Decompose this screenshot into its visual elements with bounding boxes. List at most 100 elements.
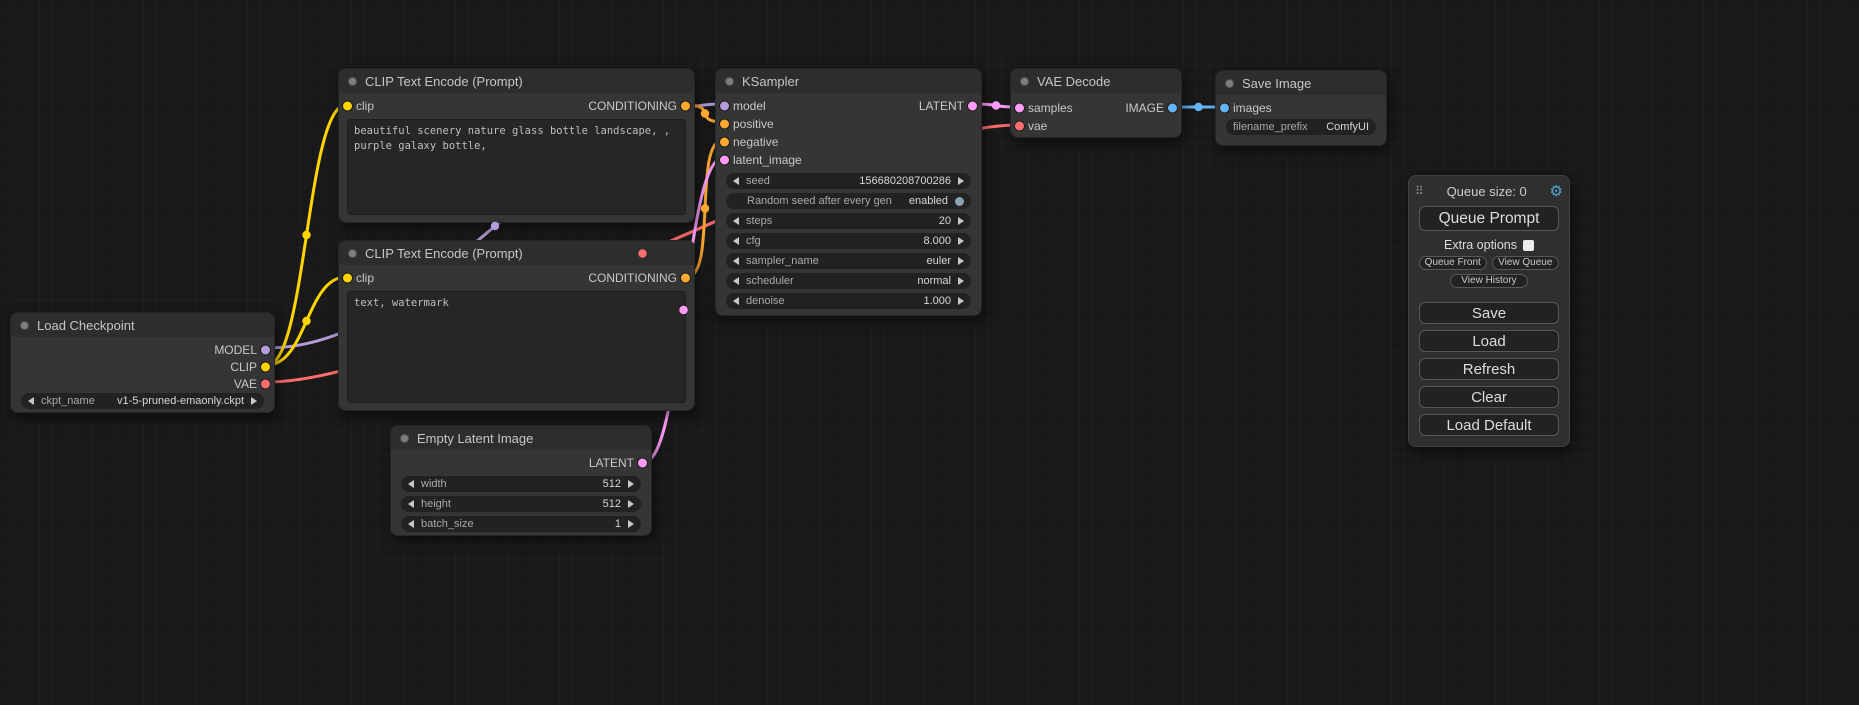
widget-label: cfg — [746, 235, 761, 247]
scheduler-widget[interactable]: scheduler normal — [726, 273, 971, 289]
node-vae-decode[interactable]: VAE Decode samples IMAGE vae — [1010, 68, 1182, 138]
slot-row: VAE — [11, 375, 274, 392]
node-header[interactable]: Save Image — [1216, 71, 1386, 95]
batch-size-widget[interactable]: batch_size 1 — [401, 516, 641, 532]
clip-input-slot[interactable] — [343, 274, 352, 283]
clip-output-slot[interactable] — [261, 362, 270, 371]
positive-conditioning-input-slot[interactable] — [720, 120, 729, 129]
images-input-slot[interactable] — [1220, 104, 1229, 113]
next-value-arrow-icon[interactable] — [958, 257, 964, 265]
queue-prompt-button[interactable]: Queue Prompt — [1419, 206, 1559, 231]
cfg-widget[interactable]: cfg 8.000 — [726, 233, 971, 249]
collapse-dot-icon[interactable] — [348, 249, 357, 258]
clear-button[interactable]: Clear — [1419, 386, 1559, 408]
decrement-arrow-icon[interactable] — [733, 297, 739, 305]
collapse-dot-icon[interactable] — [400, 434, 409, 443]
random-seed-toggle-widget[interactable]: Random seed after every gen enabled — [726, 193, 971, 209]
prev-value-arrow-icon[interactable] — [28, 397, 34, 405]
slot-row: clip CONDITIONING — [339, 269, 694, 287]
latent-image-input-slot[interactable] — [720, 156, 729, 165]
conditioning-output-slot[interactable] — [681, 102, 690, 111]
queue-front-button[interactable]: Queue Front — [1419, 256, 1487, 270]
node-header[interactable]: CLIP Text Encode (Prompt) — [339, 241, 694, 265]
decrement-arrow-icon[interactable] — [733, 177, 739, 185]
image-output-slot[interactable] — [1168, 104, 1177, 113]
prev-value-arrow-icon[interactable] — [733, 277, 739, 285]
clip-input-slot[interactable] — [343, 102, 352, 111]
node-save-image[interactable]: Save Image images filename_prefix ComfyU… — [1215, 70, 1387, 146]
input-slot-label: clip — [356, 271, 374, 285]
collapse-dot-icon[interactable] — [20, 321, 29, 330]
seed-widget[interactable]: seed 156680208700286 — [726, 173, 971, 189]
vae-input-slot[interactable] — [1015, 122, 1024, 131]
increment-arrow-icon[interactable] — [628, 520, 634, 528]
node-ksampler[interactable]: KSampler model LATENT positive negative … — [715, 68, 982, 316]
increment-arrow-icon[interactable] — [958, 237, 964, 245]
prev-value-arrow-icon[interactable] — [733, 257, 739, 265]
toggle-knob-icon[interactable] — [955, 197, 964, 206]
model-output-slot[interactable] — [261, 345, 270, 354]
node-graph-canvas[interactable]: Load Checkpoint MODEL CLIP VAE ckpt_name… — [0, 0, 1859, 705]
widget-label: sampler_name — [746, 255, 819, 267]
node-clip-text-encode-negative[interactable]: CLIP Text Encode (Prompt) clip CONDITION… — [338, 240, 695, 411]
height-widget[interactable]: height 512 — [401, 496, 641, 512]
collapse-dot-icon[interactable] — [348, 77, 357, 86]
sampler-name-widget[interactable]: sampler_name euler — [726, 253, 971, 269]
negative-prompt-textarea[interactable]: text, watermark — [347, 291, 686, 403]
next-value-arrow-icon[interactable] — [251, 397, 257, 405]
steps-widget[interactable]: steps 20 — [726, 213, 971, 229]
node-load-checkpoint[interactable]: Load Checkpoint MODEL CLIP VAE ckpt_name… — [10, 312, 275, 413]
view-queue-button[interactable]: View Queue — [1492, 256, 1560, 270]
slot-row: positive — [716, 115, 981, 133]
latent-output-slot[interactable] — [638, 459, 647, 468]
save-button[interactable]: Save — [1419, 302, 1559, 324]
view-history-button[interactable]: View History — [1450, 274, 1528, 288]
increment-arrow-icon[interactable] — [958, 177, 964, 185]
node-header[interactable]: Empty Latent Image — [391, 426, 651, 450]
drag-handle-icon[interactable]: ⠿ — [1415, 184, 1424, 198]
load-default-button[interactable]: Load Default — [1419, 414, 1559, 436]
input-slot-label: latent_image — [733, 153, 802, 167]
refresh-button[interactable]: Refresh — [1419, 358, 1559, 380]
load-button[interactable]: Load — [1419, 330, 1559, 352]
widget-value: euler — [927, 255, 951, 267]
positive-prompt-textarea[interactable]: beautiful scenery nature glass bottle la… — [347, 119, 686, 215]
vae-output-slot[interactable] — [261, 379, 270, 388]
widget-label: steps — [746, 215, 772, 227]
node-empty-latent-image[interactable]: Empty Latent Image LATENT width 512 heig… — [390, 425, 652, 536]
wire-midpoint-dot — [701, 109, 709, 117]
increment-arrow-icon[interactable] — [628, 480, 634, 488]
latent-output-slot[interactable] — [968, 102, 977, 111]
node-header[interactable]: CLIP Text Encode (Prompt) — [339, 69, 694, 93]
denoise-widget[interactable]: denoise 1.000 — [726, 293, 971, 309]
settings-gear-icon[interactable]: ⚙ — [1550, 182, 1563, 200]
decrement-arrow-icon[interactable] — [408, 500, 414, 508]
decrement-arrow-icon[interactable] — [733, 237, 739, 245]
increment-arrow-icon[interactable] — [958, 297, 964, 305]
width-widget[interactable]: width 512 — [401, 476, 641, 492]
node-clip-text-encode-positive[interactable]: CLIP Text Encode (Prompt) clip CONDITION… — [338, 68, 695, 223]
increment-arrow-icon[interactable] — [958, 217, 964, 225]
filename-prefix-widget[interactable]: filename_prefix ComfyUI — [1226, 119, 1376, 135]
node-header[interactable]: VAE Decode — [1011, 69, 1181, 93]
node-header[interactable]: KSampler — [716, 69, 981, 93]
queue-menu-panel[interactable]: ⠿ Queue size: 0 ⚙ Queue Prompt Extra opt… — [1408, 175, 1570, 447]
input-slot-label: positive — [733, 117, 774, 131]
ckpt-name-widget[interactable]: ckpt_name v1-5-pruned-emaonly.ckpt — [21, 393, 264, 409]
extra-options-checkbox[interactable] — [1523, 240, 1534, 251]
slot-row: clip CONDITIONING — [339, 97, 694, 115]
next-value-arrow-icon[interactable] — [958, 277, 964, 285]
collapse-dot-icon[interactable] — [725, 77, 734, 86]
collapse-dot-icon[interactable] — [1020, 77, 1029, 86]
collapse-dot-icon[interactable] — [1225, 79, 1234, 88]
samples-input-slot[interactable] — [1015, 104, 1024, 113]
model-input-slot[interactable] — [720, 102, 729, 111]
negative-conditioning-input-slot[interactable] — [720, 138, 729, 147]
node-header[interactable]: Load Checkpoint — [11, 313, 274, 337]
decrement-arrow-icon[interactable] — [733, 217, 739, 225]
increment-arrow-icon[interactable] — [628, 500, 634, 508]
decrement-arrow-icon[interactable] — [408, 480, 414, 488]
decrement-arrow-icon[interactable] — [408, 520, 414, 528]
wire-midpoint-dot — [491, 222, 499, 230]
conditioning-output-slot[interactable] — [681, 274, 690, 283]
